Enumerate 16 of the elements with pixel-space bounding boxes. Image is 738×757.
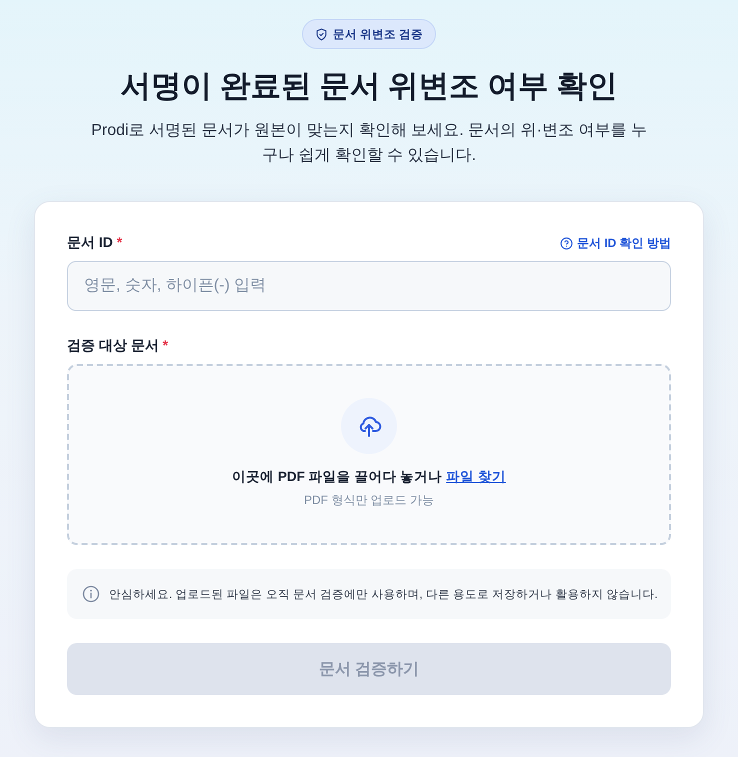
badge-label: 문서 위변조 검증 (332, 28, 424, 42)
upload-hint: PDF 형식만 업로드 가능 (304, 492, 434, 509)
cloud-upload-icon (341, 398, 397, 454)
notice-text: 안심하세요. 업로드된 파일은 오직 문서 검증에만 사용하며, 다른 용도로 저장하거나 활용하지 않습니다. (109, 588, 658, 602)
question-circle-icon (560, 236, 573, 250)
shield-check-icon (314, 28, 328, 40)
help-link[interactable]: 문서 ID 확인 방법 (560, 234, 671, 252)
page-subtitle: Prodi로 서명된 문서가 원본이 맞는지 확인해 보세요. 문서의 위·변조 여부를 누구나 쉽게 확인할 수 있습니다. (90, 121, 648, 166)
drop-prompt: 이곳에 PDF 파일을 끌어다 놓거나 (232, 468, 442, 486)
page-heading: 서명이 완료된 문서 위변조 여부 확인 (120, 68, 618, 105)
document-id-input[interactable]: 영문, 숫자, 하이픈(-) 입력 (67, 261, 671, 311)
file-drop-zone[interactable]: 이곳에 PDF 파일을 끌어다 놓거나 파일 찾기 PDF 형식만 업로드 가능 (67, 364, 671, 545)
field-label: 검증 대상 문서 * (67, 337, 168, 355)
info-icon (82, 585, 100, 603)
field-label: 문서 ID * (67, 234, 122, 252)
browse-files-link[interactable]: 파일 찾기 (446, 468, 506, 486)
